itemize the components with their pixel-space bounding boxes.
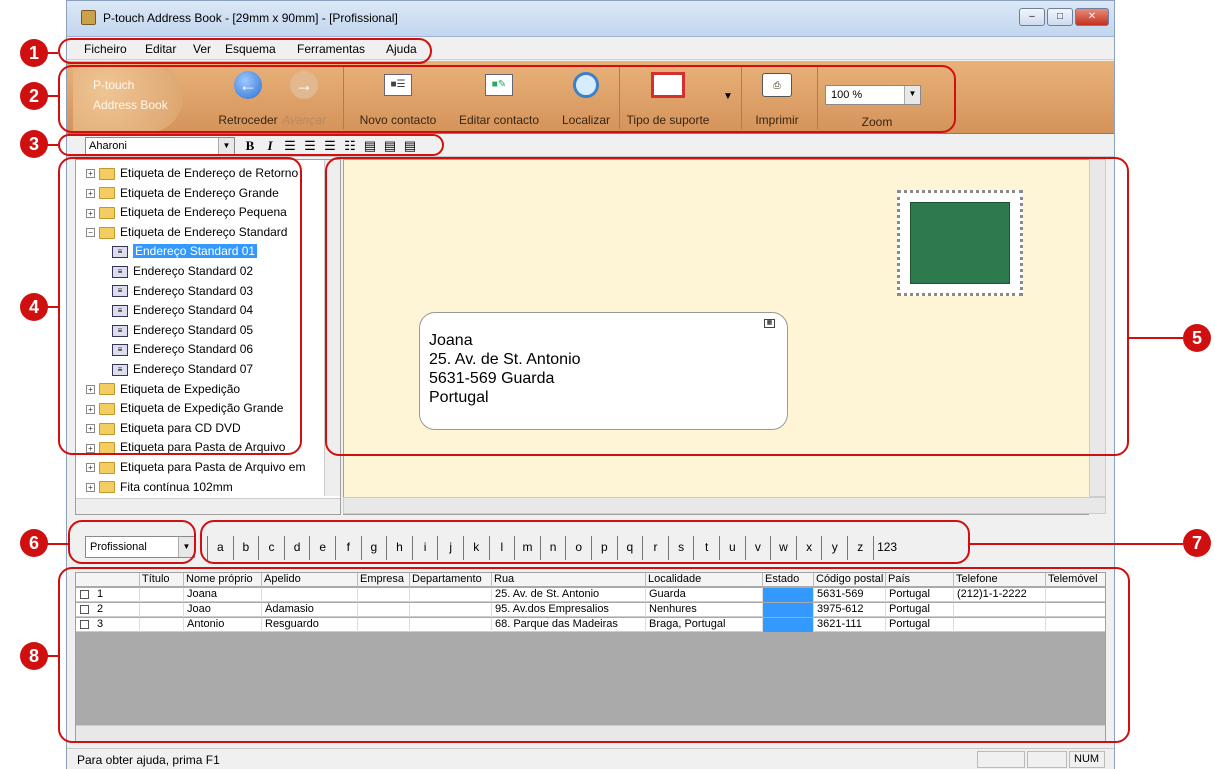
- callout-format-frame: [58, 134, 444, 156]
- callout-leader: [46, 95, 58, 97]
- callout-leader: [970, 543, 1183, 545]
- tree-item-label: Fita contínua 102mm: [120, 479, 233, 494]
- tree-item-folder[interactable]: + Fita contínua 102mm: [86, 478, 233, 498]
- callout-badge-3: 3: [20, 130, 48, 158]
- minimize-button[interactable]: ‒: [1019, 8, 1045, 26]
- callout-leader: [46, 52, 58, 54]
- tree-item-label: Etiqueta para Pasta de Arquivo em: [120, 460, 306, 474]
- callout-leader: [46, 655, 58, 657]
- expand-icon[interactable]: +: [86, 463, 95, 473]
- callout-badge-4: 4: [20, 293, 48, 321]
- callout-index-frame: [200, 520, 970, 564]
- callout-badge-7: 7: [1183, 529, 1211, 557]
- maximize-button[interactable]: □: [1047, 8, 1073, 26]
- tree-horizontal-scrollbar[interactable]: [76, 498, 340, 514]
- callout-leader: [46, 306, 58, 308]
- folder-icon: [99, 461, 115, 474]
- callout-toolbar-frame: [58, 65, 956, 133]
- close-button[interactable]: ✕: [1075, 8, 1109, 26]
- preview-horizontal-scrollbar[interactable]: [343, 497, 1106, 514]
- app-icon: [81, 10, 96, 25]
- callout-leader: [46, 144, 58, 146]
- callout-badge-5: 5: [1183, 324, 1211, 352]
- status-panel: [977, 751, 1025, 768]
- callout-category-frame: [68, 520, 196, 564]
- callout-tree-frame: [58, 157, 302, 455]
- expand-icon[interactable]: +: [86, 482, 95, 492]
- callout-leader: [46, 543, 68, 545]
- callout-badge-1: 1: [20, 39, 48, 67]
- status-bar: Para obter ajuda, prima F1 NUM: [67, 748, 1114, 769]
- tree-item-folder[interactable]: + Etiqueta para Pasta de Arquivo em: [86, 458, 305, 478]
- callout-leader: [1129, 337, 1183, 339]
- callout-menu-frame: [58, 38, 432, 64]
- callout-badge-2: 2: [20, 82, 48, 110]
- title-bar: P-touch Address Book - [29mm x 90mm] - […: [67, 1, 1114, 37]
- status-help-text: Para obter ajuda, prima F1: [77, 753, 220, 767]
- callout-badge-8: 8: [20, 642, 48, 670]
- num-lock-indicator: NUM: [1069, 751, 1105, 768]
- status-panel: [1027, 751, 1067, 768]
- callout-table-frame: [58, 567, 1130, 743]
- folder-icon: [99, 481, 115, 494]
- window-title: P-touch Address Book - [29mm x 90mm] - […: [103, 11, 398, 25]
- callout-preview-frame: [325, 157, 1129, 456]
- callout-badge-6: 6: [20, 529, 48, 557]
